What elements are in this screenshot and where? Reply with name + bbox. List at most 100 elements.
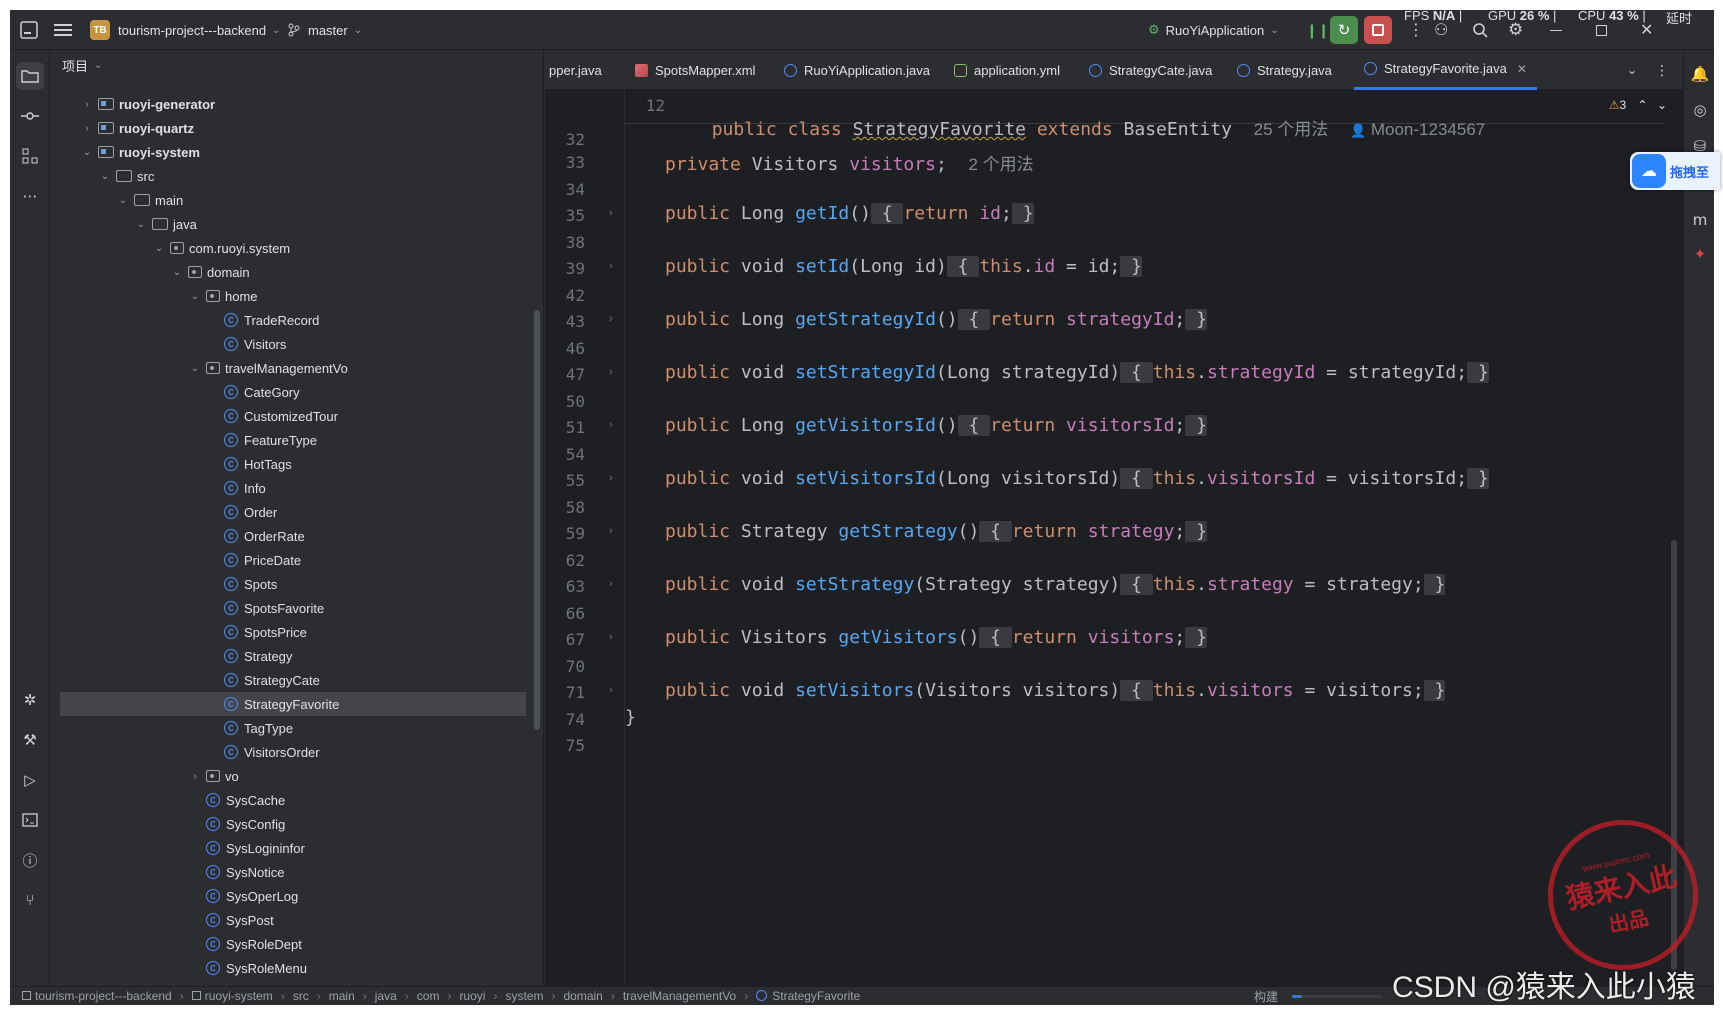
tree-item[interactable]: C Order bbox=[50, 500, 530, 524]
tree-item[interactable]: C SysConfig bbox=[50, 812, 530, 836]
breadcrumb-item[interactable]: main bbox=[329, 989, 355, 1003]
tree-item[interactable]: C Spots bbox=[50, 572, 530, 596]
run-config-selector[interactable]: ⚙ RuoYiApplication ⌄ bbox=[1148, 10, 1279, 50]
app-logo-icon[interactable] bbox=[20, 10, 38, 50]
tree-item[interactable]: C SysOperLog bbox=[50, 884, 530, 908]
terminal-icon[interactable] bbox=[16, 806, 44, 834]
code-line[interactable]: public Long getVisitorsId() { return vis… bbox=[665, 415, 1207, 436]
chevron-down-icon[interactable]: ⌄ bbox=[1657, 98, 1667, 112]
project-scrollbar[interactable] bbox=[534, 310, 540, 730]
tree-item[interactable]: C PriceDate bbox=[50, 548, 530, 572]
editor-tab[interactable]: application.yml bbox=[954, 50, 1060, 90]
main-menu-icon[interactable] bbox=[54, 10, 72, 50]
fold-toggle-icon[interactable]: › bbox=[609, 472, 613, 484]
services-icon[interactable]: ▷ bbox=[16, 766, 44, 794]
fold-toggle-icon[interactable]: › bbox=[609, 684, 613, 696]
tree-item[interactable]: › ruoyi-generator bbox=[50, 92, 530, 116]
chevron-down-icon[interactable]: ⌄ bbox=[152, 243, 166, 254]
tree-item[interactable]: C SysRoleMenu bbox=[50, 956, 530, 980]
debug-icon[interactable]: ✲ bbox=[16, 686, 44, 714]
build-hammer-icon[interactable]: ⚒ bbox=[16, 726, 44, 754]
breadcrumb-item[interactable]: tourism-project---backend bbox=[22, 989, 172, 1003]
fold-toggle-icon[interactable]: › bbox=[609, 207, 613, 219]
chevron-down-icon[interactable]: ⌄ bbox=[188, 291, 202, 302]
pause-icon[interactable]: ❙❙ bbox=[1306, 10, 1329, 50]
chevron-down-icon[interactable]: ⌄ bbox=[98, 171, 112, 182]
chevron-down-icon[interactable]: ⌄ bbox=[134, 219, 148, 230]
code-line[interactable]: public void setStrategy(Strategy strateg… bbox=[665, 574, 1446, 595]
breadcrumb-item[interactable]: StrategyFavorite bbox=[756, 989, 860, 1003]
build-status-label[interactable]: 构建 bbox=[1254, 988, 1278, 1005]
tree-item[interactable]: ⌄ home bbox=[50, 284, 530, 308]
search-icon[interactable] bbox=[1472, 10, 1488, 50]
chevron-down-icon[interactable]: ⌄ bbox=[170, 267, 184, 278]
maven-icon[interactable]: ⅿ bbox=[1686, 206, 1714, 234]
tree-item[interactable]: › ruoyi-quartz bbox=[50, 116, 530, 140]
code-view[interactable]: private Strategy strategy; 2 个用法private … bbox=[625, 90, 1665, 990]
chevron-down-icon[interactable]: ⌄ bbox=[188, 363, 202, 374]
editor-tab[interactable]: RuoYiApplication.java bbox=[784, 50, 930, 90]
tree-item[interactable]: C VisitorsOrder bbox=[50, 740, 530, 764]
tab-more-icon[interactable]: ⋮ bbox=[1655, 50, 1669, 90]
chevron-up-icon[interactable]: ⌃ bbox=[1638, 98, 1648, 112]
tree-item[interactable]: C SysPost bbox=[50, 908, 530, 932]
tree-item[interactable]: C Info bbox=[50, 476, 530, 500]
project-folder-icon[interactable] bbox=[16, 62, 44, 90]
breadcrumb-item[interactable]: domain bbox=[563, 989, 602, 1003]
code-line[interactable]: public void setStrategyId(Long strategyI… bbox=[665, 362, 1489, 383]
fold-toggle-icon[interactable]: › bbox=[609, 419, 613, 431]
fold-toggle-icon[interactable]: › bbox=[609, 260, 613, 272]
plugin-bird-icon[interactable]: ✦ bbox=[1686, 240, 1714, 268]
stop-button[interactable] bbox=[1364, 10, 1392, 50]
chevron-right-icon[interactable]: › bbox=[80, 123, 94, 134]
chevron-down-icon[interactable]: ⌄ bbox=[80, 147, 94, 158]
breadcrumb-item[interactable]: com bbox=[417, 989, 440, 1003]
breadcrumb-item[interactable]: travelManagementVo bbox=[623, 989, 736, 1003]
close-tab-icon[interactable]: ✕ bbox=[1517, 62, 1527, 76]
editor-tab[interactable]: pper.java bbox=[549, 50, 602, 90]
fold-toggle-icon[interactable]: › bbox=[609, 313, 613, 325]
code-line[interactable]: public Long getId() { return id; } bbox=[665, 203, 1034, 224]
tree-item[interactable]: C Strategy bbox=[50, 644, 530, 668]
tree-item[interactable]: C Visitors bbox=[50, 332, 530, 356]
editor-tab[interactable]: Strategy.java bbox=[1237, 50, 1332, 90]
commit-icon[interactable] bbox=[16, 102, 44, 130]
tab-list-chevron-icon[interactable]: ⌄ bbox=[1627, 50, 1637, 90]
fold-toggle-icon[interactable]: › bbox=[609, 578, 613, 590]
more-tools-icon[interactable]: ⋯ bbox=[16, 182, 44, 210]
fold-toggle-icon[interactable]: › bbox=[609, 366, 613, 378]
breadcrumb-item[interactable]: ruoyi-system bbox=[191, 989, 273, 1003]
fold-toggle-icon[interactable]: › bbox=[609, 525, 613, 537]
inspection-widget[interactable]: ⚠3 ⌃ ⌄ bbox=[1609, 98, 1667, 112]
code-line[interactable]: public void setId(Long id) { this.id = i… bbox=[665, 256, 1142, 277]
project-panel-header[interactable]: 项目 ⌄ bbox=[62, 50, 102, 80]
code-line[interactable]: public Strategy getStrategy() { return s… bbox=[665, 521, 1207, 542]
tree-item[interactable]: ⌄ src bbox=[50, 164, 530, 188]
baidu-drag-widget[interactable]: ☁ 拖拽至 bbox=[1630, 152, 1720, 190]
tree-item[interactable]: ⌄ com.ruoyi.system bbox=[50, 236, 530, 260]
fold-toggle-icon[interactable]: › bbox=[609, 631, 613, 643]
tree-item[interactable]: ⌄ domain bbox=[50, 260, 530, 284]
breadcrumb-item[interactable]: ruoyi bbox=[459, 989, 485, 1003]
tree-item[interactable]: › vo bbox=[50, 764, 530, 788]
code-line[interactable]: public Long getStrategyId() { return str… bbox=[665, 309, 1207, 330]
tree-item[interactable]: C StrategyCate bbox=[50, 668, 530, 692]
tree-item[interactable]: C OrderRate bbox=[50, 524, 530, 548]
tree-item[interactable]: ⌄ java bbox=[50, 212, 530, 236]
tree-item[interactable]: ⌄ ruoyi-system bbox=[50, 140, 530, 164]
ai-assistant-icon[interactable]: ◎ bbox=[1686, 96, 1714, 124]
code-line[interactable]: public void setVisitors(Visitors visitor… bbox=[665, 680, 1446, 701]
tree-item[interactable]: C FeatureType bbox=[50, 428, 530, 452]
chevron-right-icon[interactable]: › bbox=[80, 99, 94, 110]
tree-item[interactable]: C SpotsFavorite bbox=[50, 596, 530, 620]
tree-item[interactable]: C SpotsPrice bbox=[50, 620, 530, 644]
chevron-right-icon[interactable]: › bbox=[188, 771, 202, 782]
editor-tab[interactable]: StrategyFavorite.java ✕ bbox=[1354, 50, 1537, 90]
tree-item[interactable]: C CateGory bbox=[50, 380, 530, 404]
rerun-button[interactable]: ↻ bbox=[1330, 10, 1358, 50]
usages-hint[interactable]: 25 个用法 bbox=[1254, 120, 1329, 139]
project-selector[interactable]: TB tourism-project---backend ⌄ bbox=[90, 10, 281, 50]
problems-icon[interactable]: ⓘ bbox=[16, 846, 44, 874]
editor-tab[interactable]: StrategyCate.java bbox=[1089, 50, 1212, 90]
tree-item[interactable]: C HotTags bbox=[50, 452, 530, 476]
